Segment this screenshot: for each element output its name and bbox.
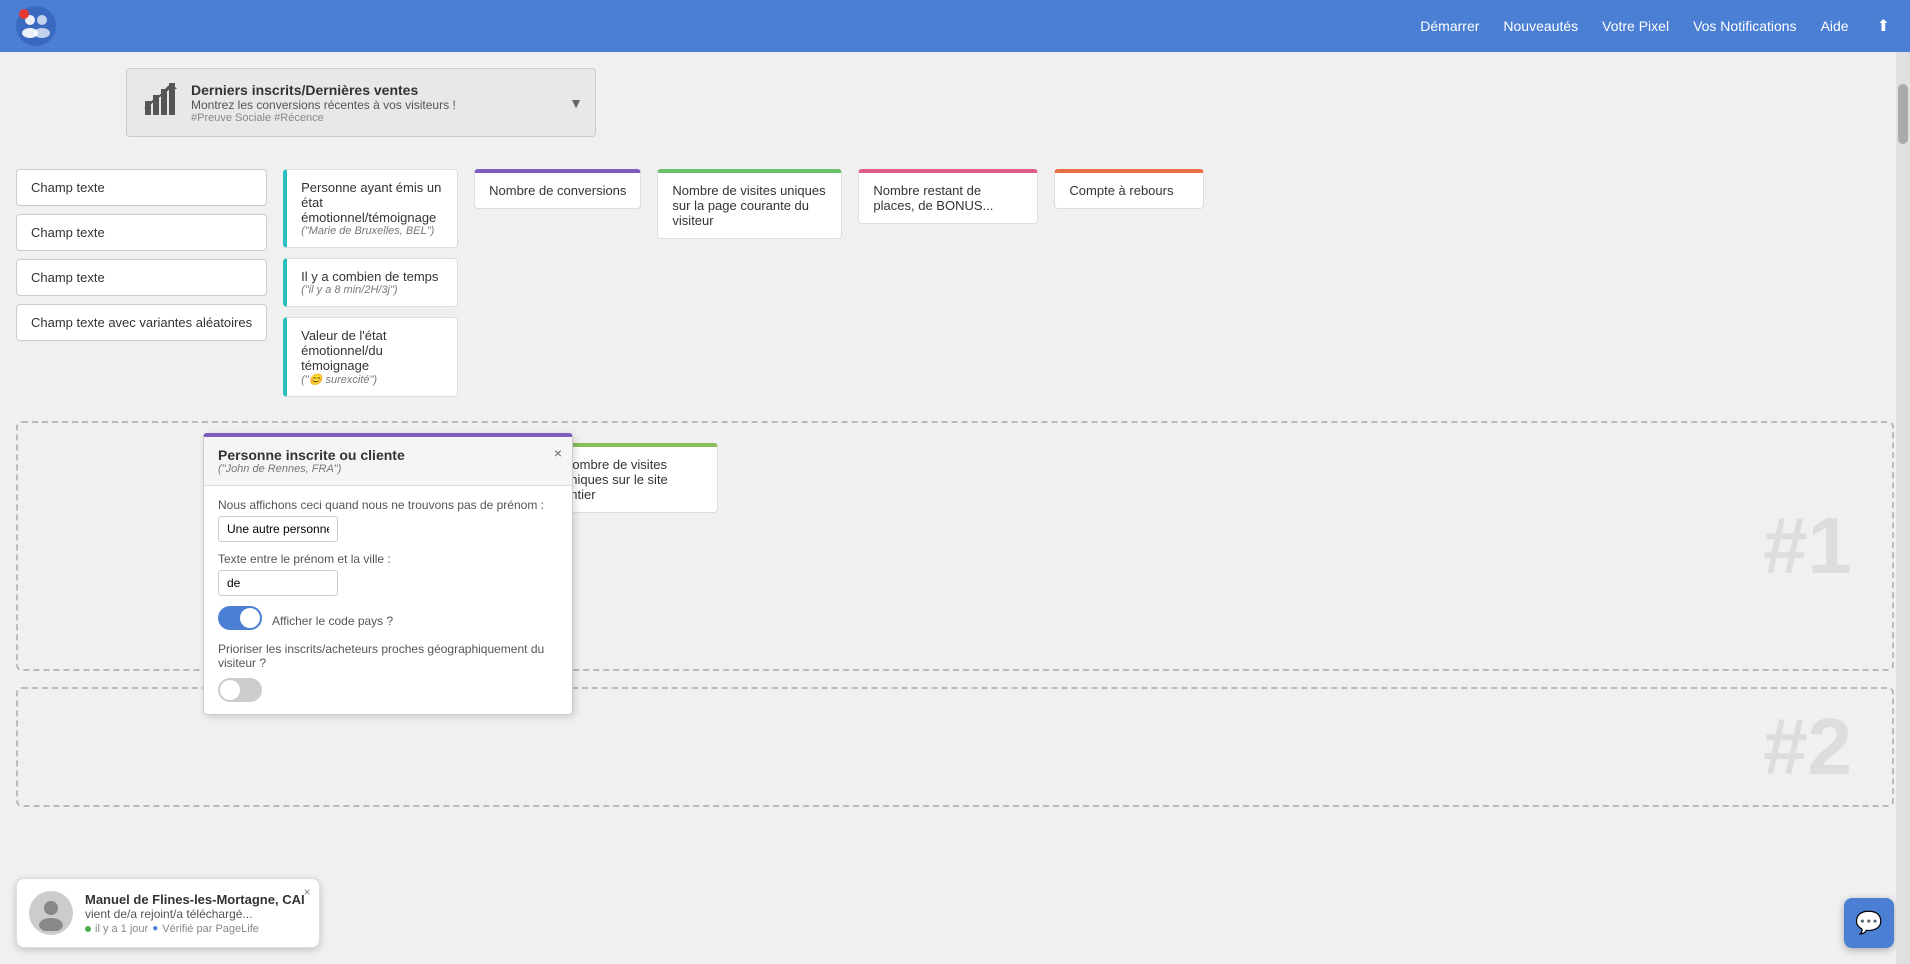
modal-close-button[interactable]: × (554, 445, 562, 461)
notif-time: il y a 1 jour (95, 923, 148, 935)
header: Démarrer Nouveautés Votre Pixel Vos Noti… (0, 0, 1910, 52)
country-toggle[interactable] (218, 606, 262, 630)
between-label: Texte entre le prénom et la ville : (218, 552, 558, 566)
person-emotional-label: Personne ayant émis un état émotionnel/t… (301, 180, 443, 225)
derniers-bar-text: Derniers inscrits/Dernières ventes Montr… (191, 82, 456, 124)
notif-avatar (29, 891, 73, 935)
visites-site-card[interactable]: Nombre de visites uniques sur le site en… (548, 443, 718, 513)
section-2-label: #2 (1763, 701, 1852, 793)
geo-toggle-row (218, 678, 558, 702)
derniers-bar-title: Derniers inscrits/Dernières ventes (191, 82, 456, 98)
places-bonus-card[interactable]: Nombre restant de places, de BONUS... (858, 169, 1038, 224)
header-nav: Démarrer Nouveautés Votre Pixel Vos Noti… (1420, 12, 1894, 40)
nav-nouveautes[interactable]: Nouveautés (1503, 18, 1578, 34)
nav-aide[interactable]: Aide (1821, 18, 1849, 34)
nav-demarrer[interactable]: Démarrer (1420, 18, 1479, 34)
derniers-bar[interactable]: Derniers inscrits/Dernières ventes Montr… (126, 68, 596, 137)
notif-text: Manuel de Flines-les-Mortagne, CAI vient… (85, 892, 305, 935)
modal-sub: ("John de Rennes, FRA") (218, 463, 558, 475)
champ-col: Champ texte Champ texte Champ texte Cham… (16, 169, 267, 341)
emotional-value-card[interactable]: Valeur de l'état émotionnel/du témoignag… (283, 317, 458, 397)
main-content: Derniers inscrits/Dernières ventes Montr… (0, 52, 1910, 952)
modal-title: Personne inscrite ou cliente (218, 447, 558, 463)
geo-label: Prioriser les inscrits/acheteurs proches… (218, 642, 558, 670)
section-1-label: #1 (1763, 500, 1852, 592)
chart-icon (143, 81, 179, 124)
modal-personne: Personne inscrite ou cliente ("John de R… (203, 433, 573, 715)
notif-action: vient de/a rejoint/a téléchargé... (85, 907, 305, 921)
scrollbar-thumb[interactable] (1898, 84, 1908, 144)
geo-toggle[interactable] (218, 678, 262, 702)
champ-texte-1[interactable]: Champ texte (16, 169, 267, 206)
toggle-knob (240, 608, 260, 628)
conversions-card[interactable]: Nombre de conversions (474, 169, 641, 209)
fields-section: Champ texte Champ texte Champ texte Cham… (16, 169, 1894, 397)
champ-texte-variantes[interactable]: Champ texte avec variantes aléatoires (16, 304, 267, 341)
fallback-input[interactable] (218, 516, 338, 542)
nav-vos-notifications[interactable]: Vos Notifications (1693, 18, 1797, 34)
time-ago-label: Il y a combien de temps (301, 269, 443, 284)
chat-icon: 💬 (1855, 910, 1882, 936)
fallback-label: Nous affichons ceci quand nous ne trouvo… (218, 498, 558, 512)
champ-texte-2[interactable]: Champ texte (16, 214, 267, 251)
visites-page-card[interactable]: Nombre de visites uniques sur la page co… (657, 169, 842, 239)
export-button[interactable]: ⬆ (1873, 12, 1894, 40)
compte-rebours-card[interactable]: Compte à rebours (1054, 169, 1204, 209)
derniers-bar-tags: #Preuve Sociale #Récence (191, 112, 456, 124)
verified-icon: ● (152, 923, 158, 934)
notif-close-button[interactable]: × (304, 885, 311, 899)
champ-texte-3[interactable]: Champ texte (16, 259, 267, 296)
modal-body: Nous affichons ceci quand nous ne trouvo… (204, 486, 572, 714)
notif-verified: Vérifié par PageLife (162, 923, 259, 935)
nav-votre-pixel[interactable]: Votre Pixel (1602, 18, 1669, 34)
person-emotional-card[interactable]: Personne ayant émis un état émotionnel/t… (283, 169, 458, 248)
green-dot-icon (85, 926, 91, 932)
person-emotional-sub: ("Marie de Bruxelles, BEL") (301, 225, 443, 237)
time-ago-card[interactable]: Il y a combien de temps ("il y a 8 min/2… (283, 258, 458, 307)
emotional-value-sub: ("😊 surexcité") (301, 373, 443, 386)
notif-name: Manuel de Flines-les-Mortagne, CAI (85, 892, 305, 907)
person-col: Personne ayant émis un état émotionnel/t… (283, 169, 458, 397)
geo-toggle-knob (220, 680, 240, 700)
time-ago-sub: ("il y a 8 min/2H/3j") (301, 284, 443, 296)
derniers-bar-subtitle: Montrez les conversions récentes à vos v… (191, 98, 456, 112)
between-input[interactable] (218, 570, 338, 596)
chat-button[interactable]: 💬 (1844, 898, 1894, 948)
country-label: Afficher le code pays ? (272, 614, 393, 628)
dashed-section-1: #1 Nombre de visites uniques sur le site… (16, 421, 1894, 671)
scrollbar[interactable] (1896, 52, 1910, 964)
logo[interactable] (16, 6, 56, 46)
country-toggle-row: Afficher le code pays ? (218, 604, 558, 632)
modal-header: Personne inscrite ou cliente ("John de R… (204, 437, 572, 486)
dropdown-arrow-icon[interactable]: ▼ (569, 95, 583, 111)
emotional-value-label: Valeur de l'état émotionnel/du témoignag… (301, 328, 443, 373)
notif-meta: il y a 1 jour ● Vérifié par PageLife (85, 923, 305, 935)
notif-popup: × Manuel de Flines-les-Mortagne, CAI vie… (16, 878, 320, 948)
